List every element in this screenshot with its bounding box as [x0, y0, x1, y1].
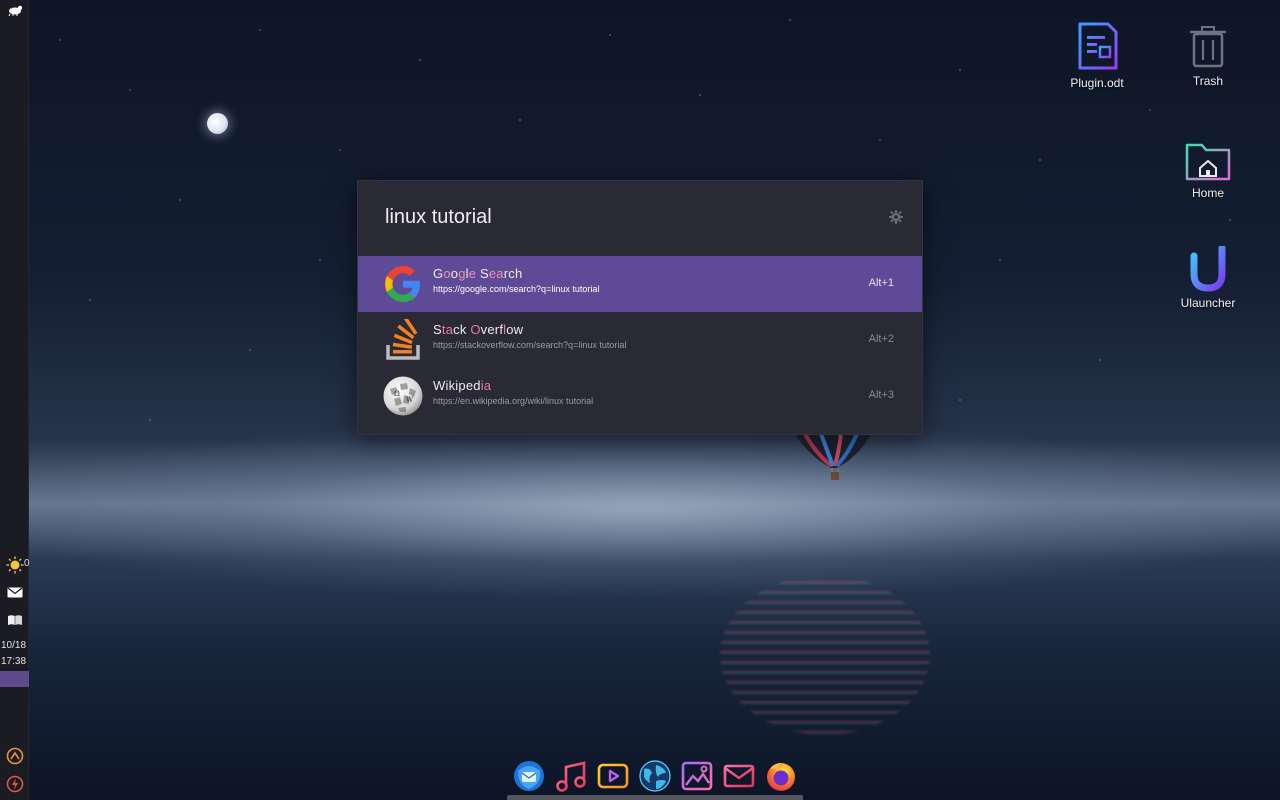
document-icon — [1078, 22, 1118, 70]
result-item-wikipedia[interactable]: Ω W Wikipedia https://en.wikipedia.org/w… — [358, 368, 922, 424]
ulauncher-icon — [1190, 246, 1226, 292]
thunderbird-icon[interactable] — [511, 758, 547, 794]
desktop-icon-label: Trash — [1192, 74, 1224, 88]
music-icon[interactable] — [553, 758, 589, 794]
desktop-icon-plugin-odt[interactable]: Plugin.odt — [1052, 20, 1142, 90]
google-icon — [385, 266, 420, 302]
svg-text:W: W — [406, 396, 414, 404]
weather-temperature: 0 — [24, 558, 30, 569]
preferences-gear-icon[interactable] — [889, 210, 903, 229]
book-reader-icon[interactable] — [0, 612, 29, 628]
desktop-icon-home[interactable]: Home — [1163, 140, 1253, 200]
video-icon[interactable] — [595, 758, 631, 794]
result-url: https://google.com/search?q=linux tutori… — [433, 284, 600, 294]
network-status-icon[interactable] — [0, 746, 29, 766]
stackoverflow-icon — [386, 319, 420, 360]
dock-active-indicator — [507, 795, 803, 800]
ulauncher-window: Google Search https://google.com/search?… — [357, 180, 923, 435]
result-title: Stack Overflow — [433, 322, 524, 337]
power-manager-icon[interactable] — [0, 774, 29, 794]
result-shortcut: Alt+1 — [868, 277, 894, 289]
mail-icon[interactable] — [721, 758, 757, 794]
desktop-icon-ulauncher[interactable]: Ulauncher — [1163, 246, 1253, 310]
result-shortcut: Alt+3 — [868, 389, 894, 401]
panel-date: 10/18 — [1, 640, 27, 651]
moon — [207, 113, 228, 134]
hot-air-balloon — [795, 434, 871, 480]
trash-icon — [1190, 26, 1226, 68]
result-title: Wikipedia — [433, 378, 492, 393]
svg-text:Ω: Ω — [394, 390, 400, 398]
result-url: https://en.wikipedia.org/wiki/linux tuto… — [433, 396, 594, 406]
desktop-icon-trash[interactable]: Trash — [1163, 24, 1253, 88]
image-viewer-icon[interactable] — [679, 758, 715, 794]
panel-clock[interactable]: 17:38 — [1, 656, 26, 667]
result-url: https://stackoverflow.com/search?q=linux… — [433, 340, 627, 350]
desktop-icon-label: Plugin.odt — [1070, 76, 1124, 90]
launcher-search-input[interactable] — [385, 206, 855, 229]
web-browser-globe-icon[interactable] — [637, 758, 673, 794]
result-item-google-search[interactable]: Google Search https://google.com/search?… — [358, 256, 922, 312]
desktop-icon-label: Home — [1191, 186, 1224, 200]
whisker-menu-icon[interactable] — [0, 2, 29, 18]
results-list: Google Search https://google.com/search?… — [358, 256, 922, 424]
panel-active-indicator — [0, 671, 29, 687]
wikipedia-icon: Ω W — [383, 376, 423, 416]
dock — [507, 754, 803, 800]
water-reflection — [720, 575, 930, 735]
firefox-icon[interactable] — [763, 758, 799, 794]
left-panel: 0 10/18 17:38 — [0, 0, 30, 800]
desktop-icon-label: Ulauncher — [1180, 296, 1236, 310]
result-title: Google Search — [433, 266, 523, 281]
mail-notification-icon[interactable] — [0, 584, 29, 600]
result-item-stack-overflow[interactable]: Stack Overflow https://stackoverflow.com… — [358, 312, 922, 368]
home-folder-icon — [1185, 143, 1231, 181]
result-shortcut: Alt+2 — [868, 333, 894, 345]
